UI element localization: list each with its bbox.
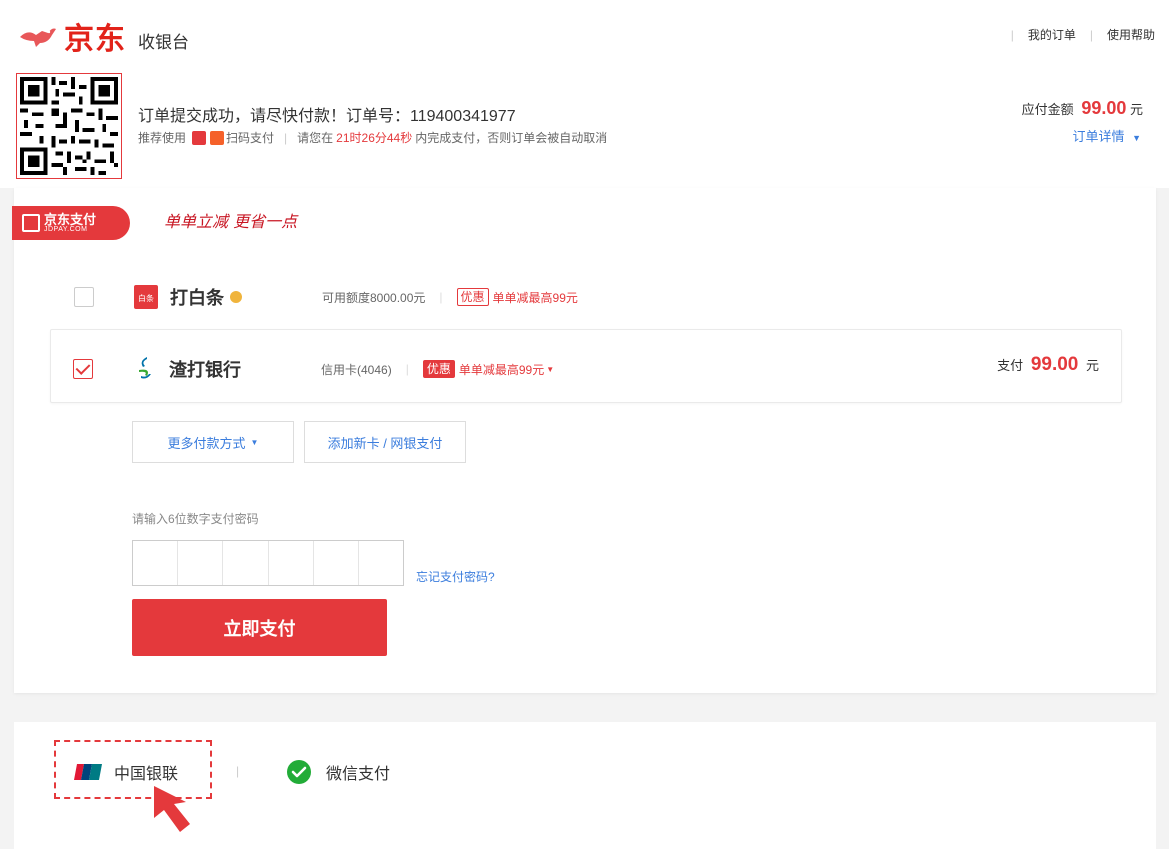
card-promo-tag: 优惠 <box>422 360 455 378</box>
page-title: 收银台 <box>138 32 189 52</box>
amount-value: 99.00 <box>1081 98 1127 118</box>
cursor-arrow-icon <box>154 786 190 832</box>
order-detail-link[interactable]: 订单详情 ▼ <box>1072 126 1141 145</box>
password-digit <box>133 541 179 585</box>
password-input[interactable] <box>132 540 404 586</box>
divider: | <box>236 764 240 778</box>
wechat-pay-label: 微信支付 <box>326 766 391 783</box>
nav-divider: | <box>1010 27 1014 42</box>
unionpay-icon <box>74 764 102 780</box>
brand-name: 京东 <box>64 23 126 56</box>
top-nav: | 我的订单 | 使用帮助 <box>997 26 1155 43</box>
pay-unit: 元 <box>1085 358 1099 373</box>
baitiao-name: 打白条 <box>170 288 224 308</box>
jdpay-badge: 京东支付 JDPAY.COM <box>12 206 130 240</box>
nav-divider: | <box>1089 27 1093 42</box>
order-summary: 订单提交成功，请尽快付款！订单号：119400341977 推荐使用 扫码支付 … <box>0 70 1169 188</box>
pay-now-button[interactable]: 立即支付 <box>132 599 387 656</box>
nav-help[interactable]: 使用帮助 <box>1107 26 1155 43</box>
method-baitiao[interactable]: 白条 打白条 可用额度8000.00元 | 优惠 单单减最高99元 <box>74 284 578 310</box>
password-digit <box>359 541 403 585</box>
baitiao-promo: 单单减最高99元 <box>492 290 578 305</box>
recommend-label: 推荐使用 <box>138 131 187 145</box>
more-methods-label: 更多付款方式 <box>167 435 246 451</box>
password-digit <box>314 541 359 585</box>
unionpay-option[interactable]: 中国银联 <box>74 760 178 784</box>
card-row: 渣打银行 信用卡(4046) | 优惠 单单减最高99元 ▼ <box>73 356 554 382</box>
unionpay-label: 中国银联 <box>114 766 179 783</box>
countdown-prefix: 请您在 <box>297 131 334 145</box>
forgot-password-link[interactable]: 忘记支付密码? <box>416 568 495 585</box>
add-card-label: 添加新卡 / 网银支付 <box>327 435 443 451</box>
card-bank-name: 渣打银行 <box>169 360 241 380</box>
qr-code-icon <box>20 77 118 175</box>
countdown-suffix: 内完成支付，否则订单会被自动取消 <box>415 131 608 145</box>
password-digit <box>269 541 314 585</box>
amount-due: 应付金额 99.00 元 <box>1022 98 1143 119</box>
card-info: 信用卡(4046) <box>321 362 392 377</box>
jdpay-slogan: 单单立减 更省一点 <box>164 212 298 231</box>
amount-label: 应付金额 <box>1021 102 1074 117</box>
password-digit <box>223 541 269 585</box>
standard-chartered-icon <box>139 357 151 379</box>
order-message: 订单提交成功，请尽快付款！订单号：119400341977 <box>138 108 516 125</box>
more-methods-button[interactable]: 更多付款方式 ▼ <box>132 421 294 463</box>
card-promo[interactable]: 单单减最高99元 <box>459 361 544 378</box>
order-hint: 推荐使用 扫码支付 | 请您在 21时26分44秒 内完成支付，否则订单会被自动… <box>138 129 607 146</box>
nav-my-orders[interactable]: 我的订单 <box>1028 26 1076 43</box>
caret-down-icon: ▼ <box>546 364 555 374</box>
payment-panel: 京东支付 JDPAY.COM 单单立减 更省一点 白条 打白条 可用额度8000… <box>12 188 1156 693</box>
header: 京东 收银台 | 我的订单 | 使用帮助 <box>0 0 1169 70</box>
jd-dog-icon <box>20 28 56 47</box>
jdpay-title: 京东支付 <box>44 211 97 227</box>
wechat-pay-option[interactable]: 微信支付 <box>286 759 390 785</box>
jdpay-domain: JDPAY.COM <box>44 225 88 233</box>
qr-code <box>16 73 122 179</box>
order-detail-label: 订单详情 <box>1072 129 1125 144</box>
scan-pay-link[interactable]: 扫码支付 <box>226 129 274 146</box>
divider: | <box>439 290 443 304</box>
baitiao-checkbox[interactable] <box>74 287 94 307</box>
divider: | <box>405 362 409 376</box>
scan-icon <box>210 130 225 145</box>
baitiao-promo-tag: 优惠 <box>456 288 489 306</box>
info-icon <box>230 291 242 303</box>
jdpay-icon <box>22 214 40 232</box>
amount-unit: 元 <box>1129 102 1143 117</box>
divider: | <box>284 130 288 145</box>
jd-app-icon <box>192 130 207 145</box>
baitiao-credit: 可用额度8000.00元 <box>322 290 426 305</box>
password-label: 请输入6位数字支付密码 <box>132 512 259 526</box>
countdown-timer: 21时26分44秒 <box>336 131 413 145</box>
caret-down-icon: ▼ <box>250 437 259 447</box>
method-card-selected[interactable]: 渣打银行 信用卡(4046) | 优惠 单单减最高99元 ▼ 支付 99.00 … <box>50 329 1122 403</box>
baitiao-icon-label: 白条 <box>138 294 154 303</box>
baitiao-icon: 白条 <box>134 285 158 309</box>
password-digit <box>178 541 224 585</box>
card-checkbox[interactable] <box>73 359 93 379</box>
card-pay-amount: 支付 99.00 元 <box>997 354 1099 376</box>
pay-label: 支付 <box>997 358 1024 373</box>
jd-logo[interactable]: 京东 收银台 <box>18 14 189 58</box>
wechat-pay-icon <box>287 760 311 784</box>
caret-down-icon: ▼ <box>1132 133 1141 143</box>
add-card-button[interactable]: 添加新卡 / 网银支付 <box>304 421 466 463</box>
pay-value: 99.00 <box>1030 354 1079 375</box>
